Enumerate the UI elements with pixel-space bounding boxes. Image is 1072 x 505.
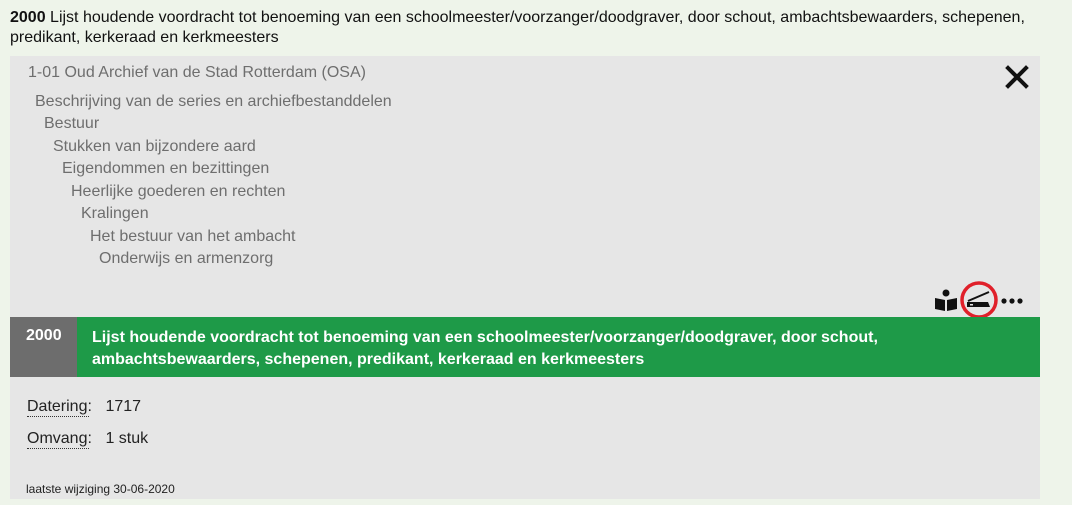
tree-item[interactable]: Kralingen [81,204,149,224]
datering-field: Datering: 1717 [27,398,141,417]
last-modified: laatste wijziging 30-06-2020 [26,482,175,496]
record-code-cell: 2000 [10,317,77,377]
omvang-value: 1 stuk [105,430,149,447]
omvang-label[interactable]: Omvang: [27,430,92,449]
tree-item[interactable]: Eigendommen en bezittingen [62,159,269,179]
tree-item[interactable]: Bestuur [44,114,99,134]
tree-item[interactable]: Heerlijke goederen en rechten [71,182,285,202]
tree-item[interactable]: Onderwijs en armenzorg [99,249,273,269]
tree-item[interactable]: Beschrijving van de series en archiefbes… [35,92,392,112]
datering-value: 1717 [105,398,142,415]
record-code: 2000 [10,9,46,26]
archive-panel: 1-01 Oud Archief van de Stad Rotterdam (… [10,56,1040,499]
archive-title[interactable]: 1-01 Oud Archief van de Stad Rotterdam (… [28,64,366,82]
record-title: Lijst houdende voordracht tot benoeming … [10,9,1025,46]
tree-item[interactable]: Stukken van bijzondere aard [53,137,256,157]
reading-room-button[interactable] [934,288,958,312]
close-button[interactable] [1004,64,1030,90]
record-band-title: Lijst houdende voordracht tot benoeming … [92,329,878,368]
datering-label[interactable]: Datering: [27,398,92,417]
record-heading: 2000 Lijst houdende voordracht tot benoe… [10,8,1050,48]
no-scan-button[interactable] [959,280,999,320]
record-actions [934,281,1024,319]
close-icon [1005,65,1029,89]
no-scan-icon [960,281,998,319]
tree-item[interactable]: Het bestuur van het ambacht [90,227,295,247]
omvang-field: Omvang: 1 stuk [27,430,148,449]
reading-room-icon [935,289,957,311]
record-header-band: 2000 Lijst houdende voordracht tot benoe… [10,317,1040,377]
more-button[interactable] [1000,294,1024,306]
more-icon [1001,298,1023,304]
